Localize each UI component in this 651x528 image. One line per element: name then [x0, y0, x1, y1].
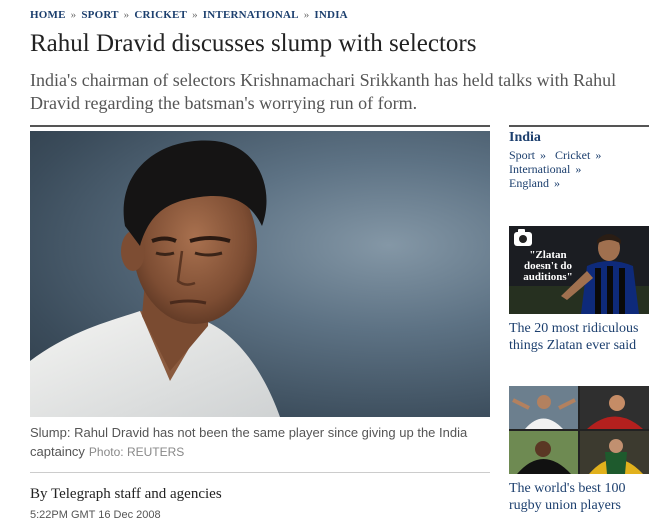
divider [30, 125, 490, 127]
camera-icon [514, 229, 532, 246]
link-marker: » [595, 148, 602, 162]
promo-zlatan-image[interactable]: "Zlatan doesn't do auditions" [509, 226, 649, 314]
article-photo[interactable] [30, 131, 490, 417]
rugby-collage-illustration [509, 386, 649, 474]
sidebar-link-england[interactable]: England [509, 176, 549, 190]
sidebar-link-sport[interactable]: Sport [509, 148, 535, 162]
breadcrumb-international[interactable]: INTERNATIONAL [203, 9, 299, 21]
photo-credit: Photo: REUTERS [88, 445, 185, 459]
breadcrumb-separator: » [70, 9, 77, 21]
sidebar-title[interactable]: India [509, 130, 541, 146]
sidebar-link-cricket[interactable]: Cricket [555, 148, 590, 162]
link-marker: » [554, 176, 560, 190]
promo-rugby-link[interactable]: The world's best 100 rugby union players [509, 480, 647, 514]
breadcrumb-cricket[interactable]: CRICKET [134, 9, 187, 21]
caption-divider [30, 472, 490, 473]
breadcrumb-separator: » [123, 9, 130, 21]
dravid-photo-illustration [30, 140, 280, 417]
breadcrumb-separator: » [303, 9, 310, 21]
byline: By Telegraph staff and agencies [30, 486, 222, 502]
standfirst: India's chairman of selectors Krishnamac… [30, 70, 617, 113]
promo-zlatan-link[interactable]: The 20 most ridiculous things Zlatan eve… [509, 320, 647, 354]
sidebar-divider [509, 125, 649, 127]
promo-quote: "Zlatan doesn't do auditions" [523, 249, 573, 283]
sidebar-links: Sport » Cricket » International » Englan… [509, 148, 649, 190]
dateline: 5:22PM GMT 16 Dec 2008 [30, 509, 161, 521]
breadcrumb: HOME » SPORT » CRICKET » INTERNATIONAL » INDIA [30, 9, 348, 21]
link-marker: » [575, 162, 582, 176]
link-marker: » [540, 148, 547, 162]
page-title: Rahul Dravid discusses slump with select… [30, 30, 477, 57]
breadcrumb-india[interactable]: INDIA [314, 9, 347, 21]
sidebar-link-international[interactable]: International [509, 162, 570, 176]
photo-caption: Slump: Rahul Dravid has not been the sam… [30, 423, 485, 462]
breadcrumb-sport[interactable]: SPORT [81, 9, 118, 21]
promo-rugby-image[interactable] [509, 386, 649, 474]
breadcrumb-home[interactable]: HOME [30, 9, 66, 21]
breadcrumb-separator: » [192, 9, 198, 21]
